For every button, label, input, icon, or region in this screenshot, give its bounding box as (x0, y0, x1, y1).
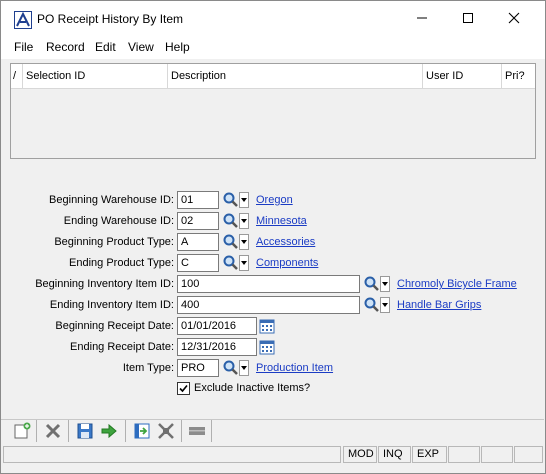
row-marker-icon: / (11, 64, 23, 88)
title-bar: PO Receipt History By Item (1, 1, 545, 35)
maximize-button[interactable] (445, 1, 491, 35)
menu-edit[interactable]: Edit (95, 40, 116, 54)
chevron-down-icon[interactable] (380, 276, 390, 292)
chevron-down-icon[interactable] (239, 360, 249, 376)
end-product-type-label: Ending Product Type: (69, 257, 174, 269)
menu-view[interactable]: View (128, 40, 154, 54)
beg-warehouse-desc[interactable]: Oregon (256, 194, 293, 206)
print-icon[interactable] (187, 421, 207, 441)
item-type-input[interactable]: PRO (177, 359, 219, 377)
collapse-icon[interactable] (156, 421, 176, 441)
status-bar: MOD INQ EXP (1, 444, 545, 466)
status-field-2 (481, 446, 513, 463)
search-icon[interactable] (222, 359, 239, 377)
item-type-desc[interactable]: Production Item (256, 362, 333, 374)
beg-receipt-date-input[interactable]: 01/01/2016 (177, 317, 257, 335)
status-field-1 (448, 446, 480, 463)
end-warehouse-desc[interactable]: Minnesota (256, 215, 307, 227)
col-description[interactable]: Description (168, 64, 423, 88)
end-warehouse-input[interactable]: 02 (177, 212, 219, 230)
resize-grip-icon[interactable] (514, 446, 543, 463)
calendar-icon[interactable] (259, 339, 275, 355)
status-message (3, 446, 341, 463)
beg-item-input[interactable]: 100 (177, 275, 360, 293)
end-product-type-input[interactable]: C (177, 254, 219, 272)
grid-header: / Selection ID Description User ID Pri? (11, 64, 535, 89)
save-icon[interactable] (75, 421, 95, 441)
minimize-button[interactable] (399, 1, 445, 35)
close-button[interactable] (491, 1, 537, 35)
chevron-down-icon[interactable] (239, 213, 249, 229)
end-item-input[interactable]: 400 (177, 296, 360, 314)
search-icon[interactable] (222, 233, 239, 251)
end-item-label: Ending Inventory Item ID: (49, 299, 174, 311)
beg-item-label: Beginning Inventory Item ID: (35, 278, 174, 290)
app-logo-icon (14, 11, 32, 29)
beg-product-type-desc[interactable]: Accessories (256, 236, 315, 248)
end-warehouse-label: Ending Warehouse ID: (63, 215, 174, 227)
beg-warehouse-label: Beginning Warehouse ID: (49, 194, 174, 206)
toolbar-separator (181, 420, 182, 442)
col-selection-id[interactable]: Selection ID (23, 64, 168, 88)
delete-icon[interactable] (43, 421, 63, 441)
status-mod: MOD (343, 446, 377, 463)
beg-product-type-input[interactable]: A (177, 233, 219, 251)
item-type-label: Item Type: (122, 362, 174, 374)
search-icon[interactable] (222, 191, 239, 209)
menu-file[interactable]: File (14, 40, 33, 54)
toolbar-divider (1, 419, 544, 420)
end-product-type-desc[interactable]: Components (256, 257, 318, 269)
chevron-down-icon[interactable] (239, 255, 249, 271)
toolbar-separator (36, 420, 37, 442)
search-icon[interactable] (222, 212, 239, 230)
beg-product-type-label: Beginning Product Type: (54, 236, 174, 248)
window: PO Receipt History By Item File Record E… (0, 0, 546, 474)
menu-record[interactable]: Record (46, 40, 85, 54)
toolbar-separator (125, 420, 126, 442)
new-record-icon[interactable] (12, 421, 32, 441)
beg-warehouse-input[interactable]: 01 (177, 191, 219, 209)
search-icon[interactable] (363, 296, 380, 314)
exclude-inactive-label: Exclude Inactive Items? (194, 382, 311, 394)
chevron-down-icon[interactable] (380, 297, 390, 313)
end-receipt-date-label: Ending Receipt Date: (70, 341, 174, 353)
end-item-desc[interactable]: Handle Bar Grips (397, 299, 481, 311)
import-icon[interactable] (132, 421, 152, 441)
status-exp: EXP (412, 446, 447, 463)
col-pri[interactable]: Pri? (502, 64, 535, 88)
window-title: PO Receipt History By Item (37, 12, 184, 26)
chevron-down-icon[interactable] (239, 234, 249, 250)
toolbar-separator (211, 420, 212, 442)
exclude-inactive-checkbox[interactable] (177, 382, 190, 395)
calendar-icon[interactable] (259, 318, 275, 334)
proceed-arrow-icon[interactable] (99, 421, 119, 441)
beg-receipt-date-label: Beginning Receipt Date: (55, 320, 174, 332)
selection-grid[interactable]: / Selection ID Description User ID Pri? (10, 63, 536, 159)
end-receipt-date-input[interactable]: 12/31/2016 (177, 338, 257, 356)
search-icon[interactable] (222, 254, 239, 272)
search-icon[interactable] (363, 275, 380, 293)
menu-help[interactable]: Help (165, 40, 190, 54)
chevron-down-icon[interactable] (239, 192, 249, 208)
beg-item-desc[interactable]: Chromoly Bicycle Frame (397, 278, 517, 290)
toolbar-separator (68, 420, 69, 442)
col-user-id[interactable]: User ID (423, 64, 502, 88)
status-inq: INQ (378, 446, 411, 463)
menu-bar: File Record Edit View Help (1, 35, 545, 59)
